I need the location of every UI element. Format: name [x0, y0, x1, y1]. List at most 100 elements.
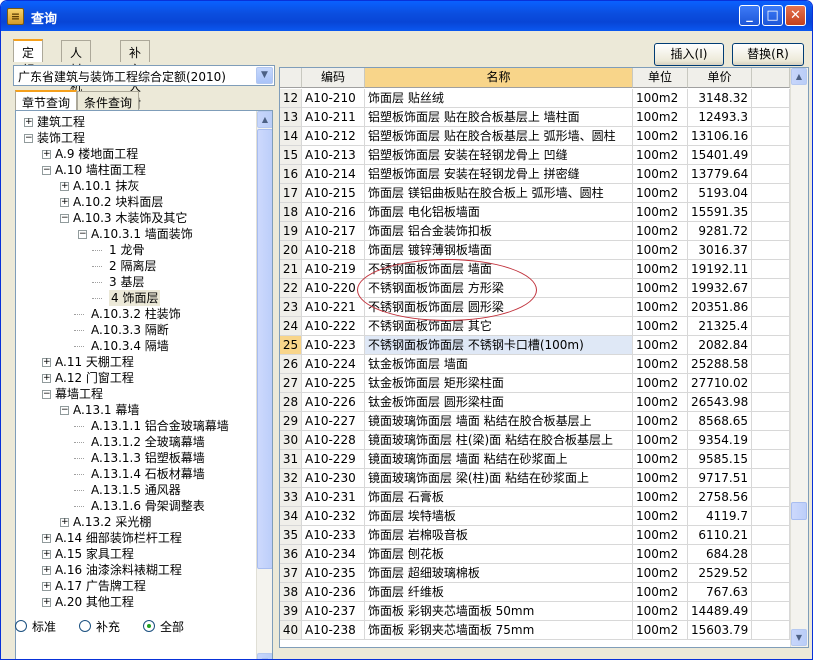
tree-node[interactable]: 3 基层 — [16, 274, 254, 290]
collapse-icon[interactable]: − — [78, 230, 87, 239]
expand-icon[interactable]: + — [60, 518, 69, 527]
table-row[interactable]: 20 A10-218 饰面层 镀锌薄钢板墙面 100m2 3016.37 — [280, 241, 790, 260]
tree-node[interactable]: A.13.1.2 全玻璃幕墙 — [16, 434, 254, 450]
chevron-down-icon[interactable]: ▼ — [256, 67, 273, 84]
table-row[interactable]: 33 A10-231 饰面层 石膏板 100m2 2758.56 — [280, 488, 790, 507]
table-row[interactable]: 38 A10-236 饰面层 纤维板 100m2 767.63 — [280, 583, 790, 602]
tree-node[interactable]: − 装饰工程 — [16, 130, 254, 146]
tree-node[interactable]: + 建筑工程 — [16, 114, 254, 130]
tab-labor-material[interactable]: 人材机 — [61, 40, 92, 94]
table-row[interactable]: 30 A10-228 镜面玻璃饰面层 柱(梁)面 粘结在胶合板基层上 100m2 935… — [280, 431, 790, 450]
expand-icon[interactable]: + — [60, 182, 69, 191]
expand-icon[interactable]: + — [42, 358, 51, 367]
grid-header-code[interactable]: 编码 — [302, 68, 365, 88]
expand-icon[interactable]: + — [42, 598, 51, 607]
table-row[interactable]: 37 A10-235 饰面层 超细玻璃棉板 100m2 2529.52 — [280, 564, 790, 583]
table-row[interactable]: 28 A10-226 钛金板饰面层 圆形梁柱面 100m2 26543.98 — [280, 393, 790, 412]
collapse-icon[interactable]: − — [42, 390, 51, 399]
tree-node[interactable]: + A.17 广告牌工程 — [16, 578, 254, 594]
tree-node[interactable]: − A.10 墙柱面工程 — [16, 162, 254, 178]
tree-node[interactable]: + A.20 其他工程 — [16, 594, 254, 610]
tree-node[interactable]: + A.10.1 抹灰 — [16, 178, 254, 194]
table-row[interactable]: 24 A10-222 不锈钢面板饰面层 其它 100m2 21325.4 — [280, 317, 790, 336]
table-row[interactable]: 35 A10-233 饰面层 岩棉吸音板 100m2 6110.21 — [280, 526, 790, 545]
tab-quota[interactable]: 定额 — [13, 39, 44, 77]
expand-icon[interactable]: + — [60, 198, 69, 207]
tree-scroll-thumb[interactable] — [257, 129, 272, 569]
tree-node[interactable]: − A.10.3 木装饰及其它 — [16, 210, 254, 226]
tree-node[interactable]: 4 饰面层 — [16, 290, 254, 306]
table-row[interactable]: 29 A10-227 镜面玻璃饰面层 墙面 粘结在胶合板基层上 100m2 8568.6… — [280, 412, 790, 431]
expand-icon[interactable]: + — [24, 118, 33, 127]
minimize-button[interactable]: _ — [739, 5, 760, 26]
table-row[interactable]: 40 A10-238 饰面板 彩钢夹芯墙面板 75mm 100m2 15603.79 — [280, 621, 790, 640]
expand-icon[interactable]: + — [42, 550, 51, 559]
tree-node[interactable]: − A.13.1 幕墙 — [16, 402, 254, 418]
scroll-down-icon[interactable]: ▼ — [257, 653, 272, 659]
grid-header-price[interactable]: 单价 — [688, 68, 752, 88]
table-row[interactable]: 13 A10-211 铝塑板饰面层 贴在胶合板基层上 墙柱面 100m2 12493.3 — [280, 108, 790, 127]
tree-node[interactable]: A.13.1.6 骨架调整表 — [16, 498, 254, 514]
replace-button[interactable]: 替换(R) — [732, 43, 804, 66]
tree-node[interactable]: + A.14 细部装饰栏杆工程 — [16, 530, 254, 546]
tree-node[interactable]: A.13.1.5 通风器 — [16, 482, 254, 498]
table-row[interactable]: 22 A10-220 不锈钢面板饰面层 方形梁 100m2 19932.67 — [280, 279, 790, 298]
grid-scrollbar[interactable]: ▲ ▼ — [790, 68, 808, 647]
scroll-up-icon[interactable]: ▲ — [257, 111, 272, 128]
table-row[interactable]: 16 A10-214 铝塑板饰面层 安装在轻钢龙骨上 拼密缝 100m2 13779.6… — [280, 165, 790, 184]
table-row[interactable]: 25 A10-223 不锈钢面板饰面层 不锈钢卡口槽(100m) 100m2 2082.… — [280, 336, 790, 355]
table-row[interactable]: 15 A10-213 铝塑板饰面层 安装在轻钢龙骨上 凹缝 100m2 15401.49 — [280, 146, 790, 165]
tab-supplement-labor-material[interactable]: 补充人材机 — [120, 40, 151, 128]
tab-chapter-search[interactable]: 章节查询 — [15, 90, 78, 110]
tree-node[interactable]: − A.10.3.1 墙面装饰 — [16, 226, 254, 242]
tree-node[interactable]: + A.11 天棚工程 — [16, 354, 254, 370]
table-row[interactable]: 19 A10-217 饰面层 铝合金装饰扣板 100m2 9281.72 — [280, 222, 790, 241]
tree-node[interactable]: A.10.3.2 柱装饰 — [16, 306, 254, 322]
collapse-icon[interactable]: − — [42, 166, 51, 175]
grid-header-unit[interactable]: 单位 — [633, 68, 688, 88]
expand-icon[interactable]: + — [42, 534, 51, 543]
tree-node[interactable]: + A.13.2 采光棚 — [16, 514, 254, 530]
table-row[interactable]: 12 A10-210 饰面层 贴丝绒 100m2 3148.32 — [280, 89, 790, 108]
collapse-icon[interactable]: − — [24, 134, 33, 143]
tree-node[interactable]: A.13.1.4 石板材幕墙 — [16, 466, 254, 482]
table-row[interactable]: 27 A10-225 钛金板饰面层 矩形梁柱面 100m2 27710.02 — [280, 374, 790, 393]
table-row[interactable]: 26 A10-224 钛金板饰面层 墙面 100m2 25288.58 — [280, 355, 790, 374]
table-row[interactable]: 34 A10-232 饰面层 埃特墙板 100m2 4119.7 — [280, 507, 790, 526]
tree-node[interactable]: 2 隔离层 — [16, 258, 254, 274]
tree-node[interactable]: A.13.1.1 铝合金玻璃幕墙 — [16, 418, 254, 434]
tree-node[interactable]: + A.15 家具工程 — [16, 546, 254, 562]
table-row[interactable]: 39 A10-237 饰面板 彩钢夹芯墙面板 50mm 100m2 14489.49 — [280, 602, 790, 621]
tree-node[interactable]: + A.16 油漆涂料裱糊工程 — [16, 562, 254, 578]
tree-node[interactable]: A.10.3.4 隔墙 — [16, 338, 254, 354]
table-row[interactable]: 14 A10-212 铝塑板饰面层 贴在胶合板基层上 弧形墙、圆柱 100m2 1310… — [280, 127, 790, 146]
tree-node[interactable]: − 幕墙工程 — [16, 386, 254, 402]
table-row[interactable]: 31 A10-229 镜面玻璃饰面层 墙面 粘结在砂浆面上 100m2 9585.15 — [280, 450, 790, 469]
tree-node[interactable]: + A.12 门窗工程 — [16, 370, 254, 386]
tree-node[interactable]: 1 龙骨 — [16, 242, 254, 258]
expand-icon[interactable]: + — [42, 582, 51, 591]
grid-scroll-thumb[interactable] — [791, 502, 807, 520]
collapse-icon[interactable]: − — [60, 406, 69, 415]
close-button[interactable]: ✕ — [785, 5, 806, 26]
scroll-down-icon[interactable]: ▼ — [791, 629, 807, 646]
grid-header-name[interactable]: 名称 — [365, 68, 633, 88]
tree-node[interactable]: A.13.1.3 铝塑板幕墙 — [16, 450, 254, 466]
tree-node[interactable]: + A.9 楼地面工程 — [16, 146, 254, 162]
expand-icon[interactable]: + — [42, 566, 51, 575]
tab-condition-search[interactable]: 条件查询 — [77, 91, 140, 110]
table-row[interactable]: 32 A10-230 镜面玻璃饰面层 梁(柱)面 粘结在砂浆面上 100m2 9717.… — [280, 469, 790, 488]
table-row[interactable]: 18 A10-216 饰面层 电化铝板墙面 100m2 15591.35 — [280, 203, 790, 222]
quota-library-select[interactable]: 广东省建筑与装饰工程综合定额(2010) ▼ — [13, 65, 275, 86]
tree-node[interactable]: A.10.3.3 隔断 — [16, 322, 254, 338]
title-bar[interactable]: ≡ 查询 _ □ ✕ — [1, 1, 812, 31]
collapse-icon[interactable]: − — [60, 214, 69, 223]
expand-icon[interactable]: + — [42, 150, 51, 159]
table-row[interactable]: 21 A10-219 不锈钢面板饰面层 墙面 100m2 19192.11 — [280, 260, 790, 279]
maximize-button[interactable]: □ — [762, 5, 783, 26]
table-row[interactable]: 17 A10-215 饰面层 镁铝曲板贴在胶合板上 弧形墙、圆柱 100m2 5193.… — [280, 184, 790, 203]
insert-button[interactable]: 插入(I) — [654, 43, 724, 66]
table-row[interactable]: 23 A10-221 不锈钢面板饰面层 圆形梁 100m2 20351.86 — [280, 298, 790, 317]
tree-node[interactable]: + A.10.2 块料面层 — [16, 194, 254, 210]
expand-icon[interactable]: + — [42, 374, 51, 383]
